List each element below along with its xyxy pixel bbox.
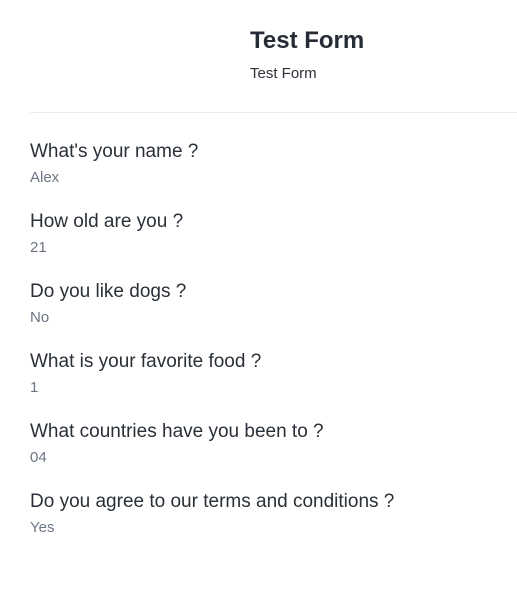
- response-item: Do you agree to our terms and conditions…: [30, 490, 510, 560]
- answer-value: 1: [30, 379, 39, 396]
- form-title: Test Form: [250, 27, 365, 54]
- question-label: What is your favorite food ?: [30, 351, 262, 372]
- responses-list: What's your name ? Alex How old are you …: [30, 140, 510, 560]
- question-label: Do you like dogs ?: [30, 281, 187, 302]
- response-item: How old are you ? 21: [30, 210, 510, 280]
- header-divider: [30, 112, 517, 113]
- question-label: What countries have you been to ?: [30, 421, 324, 442]
- response-item: Do you like dogs ? No: [30, 280, 510, 350]
- answer-value: Yes: [30, 519, 55, 536]
- response-item: What's your name ? Alex: [30, 140, 510, 210]
- question-label: How old are you ?: [30, 211, 184, 232]
- question-label: What's your name ?: [30, 141, 199, 162]
- answer-value: No: [30, 309, 50, 326]
- answer-value: 04: [30, 449, 47, 466]
- form-header: Test Form Test Form: [250, 26, 364, 84]
- response-item: What is your favorite food ? 1: [30, 350, 510, 420]
- answer-value: 21: [30, 239, 47, 256]
- response-item: What countries have you been to ? 04: [30, 420, 510, 490]
- question-label: Do you agree to our terms and conditions…: [30, 491, 395, 512]
- form-subtitle: Test Form: [250, 65, 317, 82]
- answer-value: Alex: [30, 169, 60, 186]
